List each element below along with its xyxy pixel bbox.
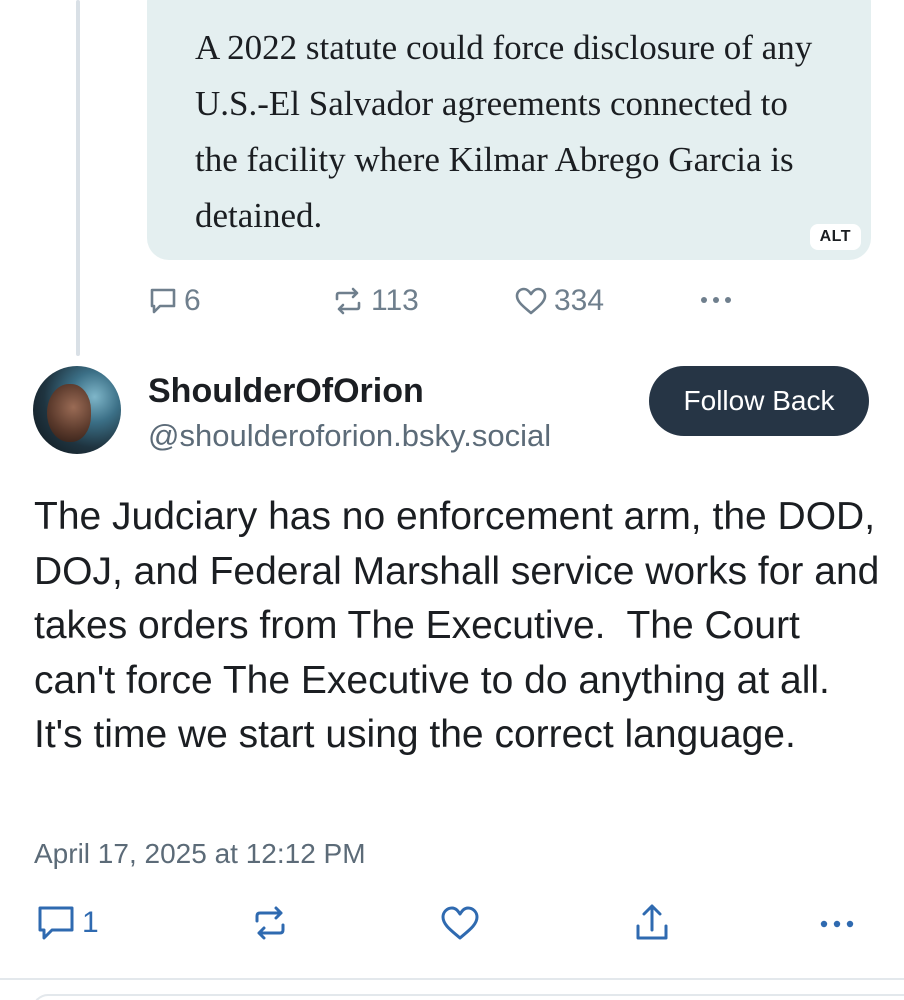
avatar-face-shape	[47, 384, 91, 442]
post-timestamp: April 17, 2025 at 12:12 PM	[34, 838, 366, 869]
share-icon	[632, 902, 672, 944]
reply-count: 1	[82, 906, 99, 939]
more-dots-icon	[698, 284, 738, 314]
speech-bubble-icon	[36, 904, 76, 942]
author-display-name[interactable]: ShoulderOfOrion	[148, 372, 424, 411]
post-text: The Judciary has no enforcement arm, the…	[34, 495, 891, 756]
like-count: 334	[554, 284, 605, 317]
parent-post-actions: 6 113 334	[0, 282, 904, 322]
repost-arrows-icon	[331, 286, 365, 316]
more-dots-icon	[818, 904, 858, 942]
parent-more-button[interactable]	[698, 284, 738, 314]
parent-like-button[interactable]: 334	[514, 284, 604, 318]
more-button[interactable]	[818, 904, 858, 942]
repost-count: 113	[371, 284, 419, 317]
parent-post-image[interactable]: A 2022 statute could force disclosure of…	[147, 0, 871, 260]
heart-icon	[514, 286, 548, 316]
share-button[interactable]	[632, 902, 672, 944]
parent-reply-button[interactable]: 6	[148, 284, 201, 318]
heart-icon	[440, 904, 480, 942]
avatar[interactable]	[33, 366, 121, 454]
reply-count: 6	[184, 284, 201, 317]
section-divider	[0, 978, 904, 980]
post-thread-view: A 2022 statute could force disclosure of…	[0, 0, 904, 1000]
next-item-edge	[32, 994, 904, 1000]
alt-text-badge[interactable]: ALT	[809, 224, 861, 250]
image-text: A 2022 statute could force disclosure of…	[195, 28, 813, 235]
repost-button[interactable]	[250, 904, 290, 942]
author-handle[interactable]: @shoulderoforion.bsky.social	[148, 418, 551, 454]
reply-button[interactable]: 1	[36, 904, 99, 942]
follow-back-button[interactable]: Follow Back	[649, 366, 869, 436]
post-actions: 1	[0, 900, 904, 950]
repost-arrows-icon	[250, 904, 290, 942]
speech-bubble-icon	[148, 286, 178, 316]
like-button[interactable]	[440, 904, 480, 942]
parent-repost-button[interactable]: 113	[331, 284, 419, 318]
